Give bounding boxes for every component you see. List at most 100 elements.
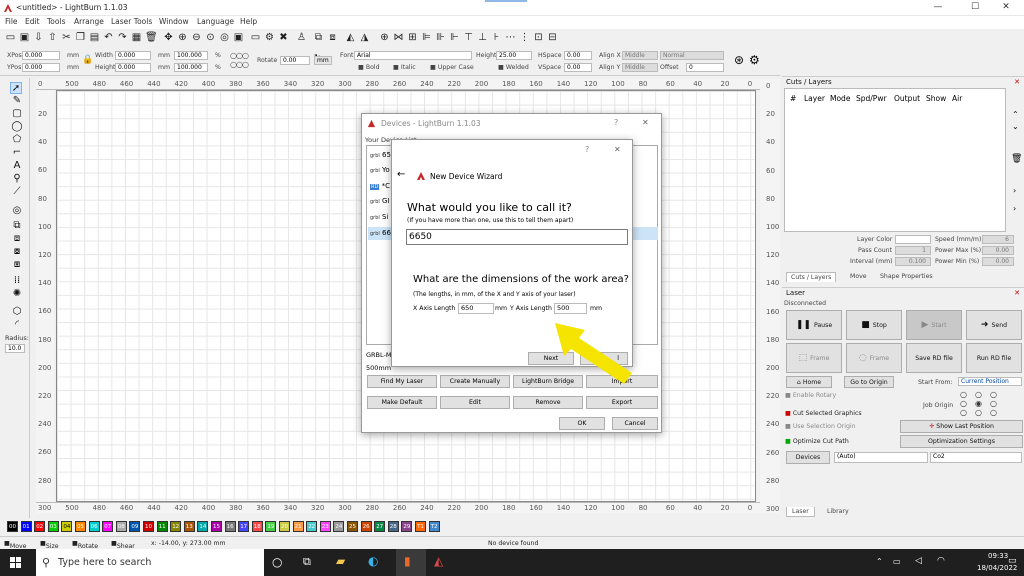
port-select[interactable]: (Auto): [834, 452, 928, 463]
menu-file[interactable]: File: [5, 17, 18, 26]
tools-icon[interactable]: ✖: [278, 32, 289, 43]
menu-edit[interactable]: Edit: [25, 17, 40, 26]
lock-icon[interactable]: 🔒: [82, 55, 93, 65]
maximize-button[interactable]: ☐: [965, 2, 985, 12]
devices-button[interactable]: Devices: [786, 451, 830, 464]
menu-laser-tools[interactable]: Laser Tools: [111, 17, 152, 26]
monitor-icon[interactable]: ▭: [250, 32, 261, 43]
person-icon[interactable]: ♙: [296, 32, 307, 43]
corner-icon[interactable]: ◜: [11, 319, 23, 331]
paste-icon[interactable]: ▤: [89, 32, 100, 43]
zoom-in-icon[interactable]: ⊕: [177, 32, 188, 43]
layer-down-icon[interactable]: ⌄: [1012, 122, 1019, 131]
palette-swatch[interactable]: 17: [238, 521, 250, 532]
make-default-button[interactable]: Make Default: [367, 396, 437, 409]
go-to-origin-button[interactable]: Go to Origin: [844, 376, 894, 388]
speed-input[interactable]: 6: [982, 235, 1014, 244]
polygon-icon[interactable]: ⬠: [11, 134, 23, 146]
start-button[interactable]: ▶ Start: [906, 310, 962, 340]
select-tool-icon[interactable]: ➚: [10, 82, 22, 94]
xpos-input[interactable]: 0.000: [22, 51, 60, 60]
ellipse-icon[interactable]: ◯: [11, 121, 23, 133]
alignx-select[interactable]: Middle: [622, 51, 658, 60]
laser-settings-icon[interactable]: ⚙: [749, 53, 760, 67]
ok-button[interactable]: OK: [559, 417, 605, 430]
bold-checkbox[interactable]: ■ Bold: [358, 64, 380, 71]
enable-rotary-checkbox[interactable]: ■ Enable Rotary: [785, 392, 836, 399]
font-height-input[interactable]: 25.00: [496, 51, 532, 60]
remove-button[interactable]: Remove: [513, 396, 583, 409]
palette-swatch[interactable]: 18: [251, 521, 263, 532]
align-icon[interactable]: ⋈: [393, 32, 404, 43]
frame-button[interactable]: ⬚ Frame: [786, 343, 842, 373]
palette-swatch[interactable]: 13: [183, 521, 195, 532]
dock-icon[interactable]: ⊞: [407, 32, 418, 43]
x-axis-input[interactable]: 650: [458, 303, 494, 314]
clock-time[interactable]: 09:33: [988, 552, 1008, 560]
device-item[interactable]: grbl GI: [370, 197, 390, 205]
export-icon[interactable]: ⇧: [47, 32, 58, 43]
text-mode-select[interactable]: Normal: [660, 51, 724, 60]
taskbar-search-box[interactable]: ⚲ Type here to search: [36, 549, 264, 576]
save-icon[interactable]: ▣: [19, 32, 30, 43]
menu-window[interactable]: Window: [159, 17, 189, 26]
lightburn-taskbar-icon[interactable]: ▮: [404, 554, 411, 568]
job-origin-grid[interactable]: ○○○ ○◉○ ○○○: [960, 390, 1005, 417]
palette-swatch[interactable]: 29: [401, 521, 413, 532]
palette-swatch[interactable]: 12: [170, 521, 182, 532]
tab-icon[interactable]: ⬡: [11, 306, 23, 318]
width-percent-input[interactable]: 100.000: [174, 51, 208, 60]
cortana-icon[interactable]: ○: [272, 555, 282, 569]
find-my-laser-button[interactable]: Find My Laser: [367, 375, 437, 388]
palette-swatch[interactable]: 11: [156, 521, 168, 532]
back-arrow-icon[interactable]: ←: [397, 169, 405, 180]
line-icon[interactable]: ⌐: [11, 147, 23, 159]
undo-icon[interactable]: ↶: [103, 32, 114, 43]
palette-swatch[interactable]: 10: [143, 521, 154, 532]
cut-icon[interactable]: ✂: [61, 32, 72, 43]
wizard-close-button[interactable]: ✕: [614, 145, 621, 154]
rotate-icon[interactable]: ⊕: [379, 32, 390, 43]
text-tool-icon[interactable]: A: [11, 160, 23, 172]
palette-swatch[interactable]: 25: [347, 521, 358, 532]
devices-close-button[interactable]: ✕: [642, 118, 649, 127]
frame-circle-button[interactable]: ◌ Frame: [846, 343, 902, 373]
rotate-status[interactable]: ■ Rotate: [72, 540, 98, 550]
pan-icon[interactable]: ✥: [163, 32, 174, 43]
copy-icon[interactable]: ❐: [75, 32, 86, 43]
open-icon[interactable]: ▭: [5, 32, 16, 43]
palette-swatch[interactable]: 24: [333, 521, 345, 532]
device-item[interactable]: grbl 65: [370, 151, 391, 159]
tray-chevron-icon[interactable]: ⌃: [876, 557, 883, 566]
move-together-icon[interactable]: ⊡: [533, 32, 544, 43]
align-top-icon[interactable]: ⊤: [463, 32, 474, 43]
offset-icon[interactable]: ◎: [11, 205, 23, 217]
palette-swatch[interactable]: 06: [88, 521, 100, 532]
palette-swatch[interactable]: 27: [374, 521, 386, 532]
tab-library[interactable]: Library: [822, 507, 854, 516]
move-apart-icon[interactable]: ⊟: [547, 32, 558, 43]
windows-start-icon[interactable]: [10, 557, 21, 568]
palette-swatch[interactable]: 07: [102, 521, 114, 532]
create-manually-button[interactable]: Create Manually: [440, 375, 510, 388]
device-item[interactable]: grbl Si: [370, 213, 388, 221]
laser-close-icon[interactable]: ✕: [1014, 288, 1020, 299]
size-status[interactable]: ■ Size: [40, 540, 59, 550]
grid-array-icon[interactable]: ⁞⁞: [11, 275, 23, 287]
palette-swatch[interactable]: T2: [428, 521, 440, 532]
height-percent-input[interactable]: 100.000: [174, 63, 208, 72]
align-middle-icon[interactable]: ⊥: [477, 32, 488, 43]
welded-checkbox[interactable]: ■ Welded: [498, 64, 529, 71]
palette-swatch[interactable]: 04: [61, 521, 73, 532]
align-bottom-icon[interactable]: ⊦: [491, 32, 502, 43]
task-view-icon[interactable]: ⧉: [303, 555, 311, 569]
radius-input[interactable]: 10.0: [5, 344, 25, 353]
import-icon[interactable]: ⇩: [33, 32, 44, 43]
palette-swatch[interactable]: T1: [415, 521, 426, 532]
palette-swatch[interactable]: 00: [7, 521, 18, 532]
home-button[interactable]: ⌂ Home: [786, 376, 832, 388]
tab-cuts-layers[interactable]: Cuts / Layers: [786, 272, 837, 282]
zoom-selection-icon[interactable]: ◎: [219, 32, 230, 43]
height-input[interactable]: 0.000: [115, 63, 151, 72]
tab-move[interactable]: Move: [846, 272, 871, 281]
